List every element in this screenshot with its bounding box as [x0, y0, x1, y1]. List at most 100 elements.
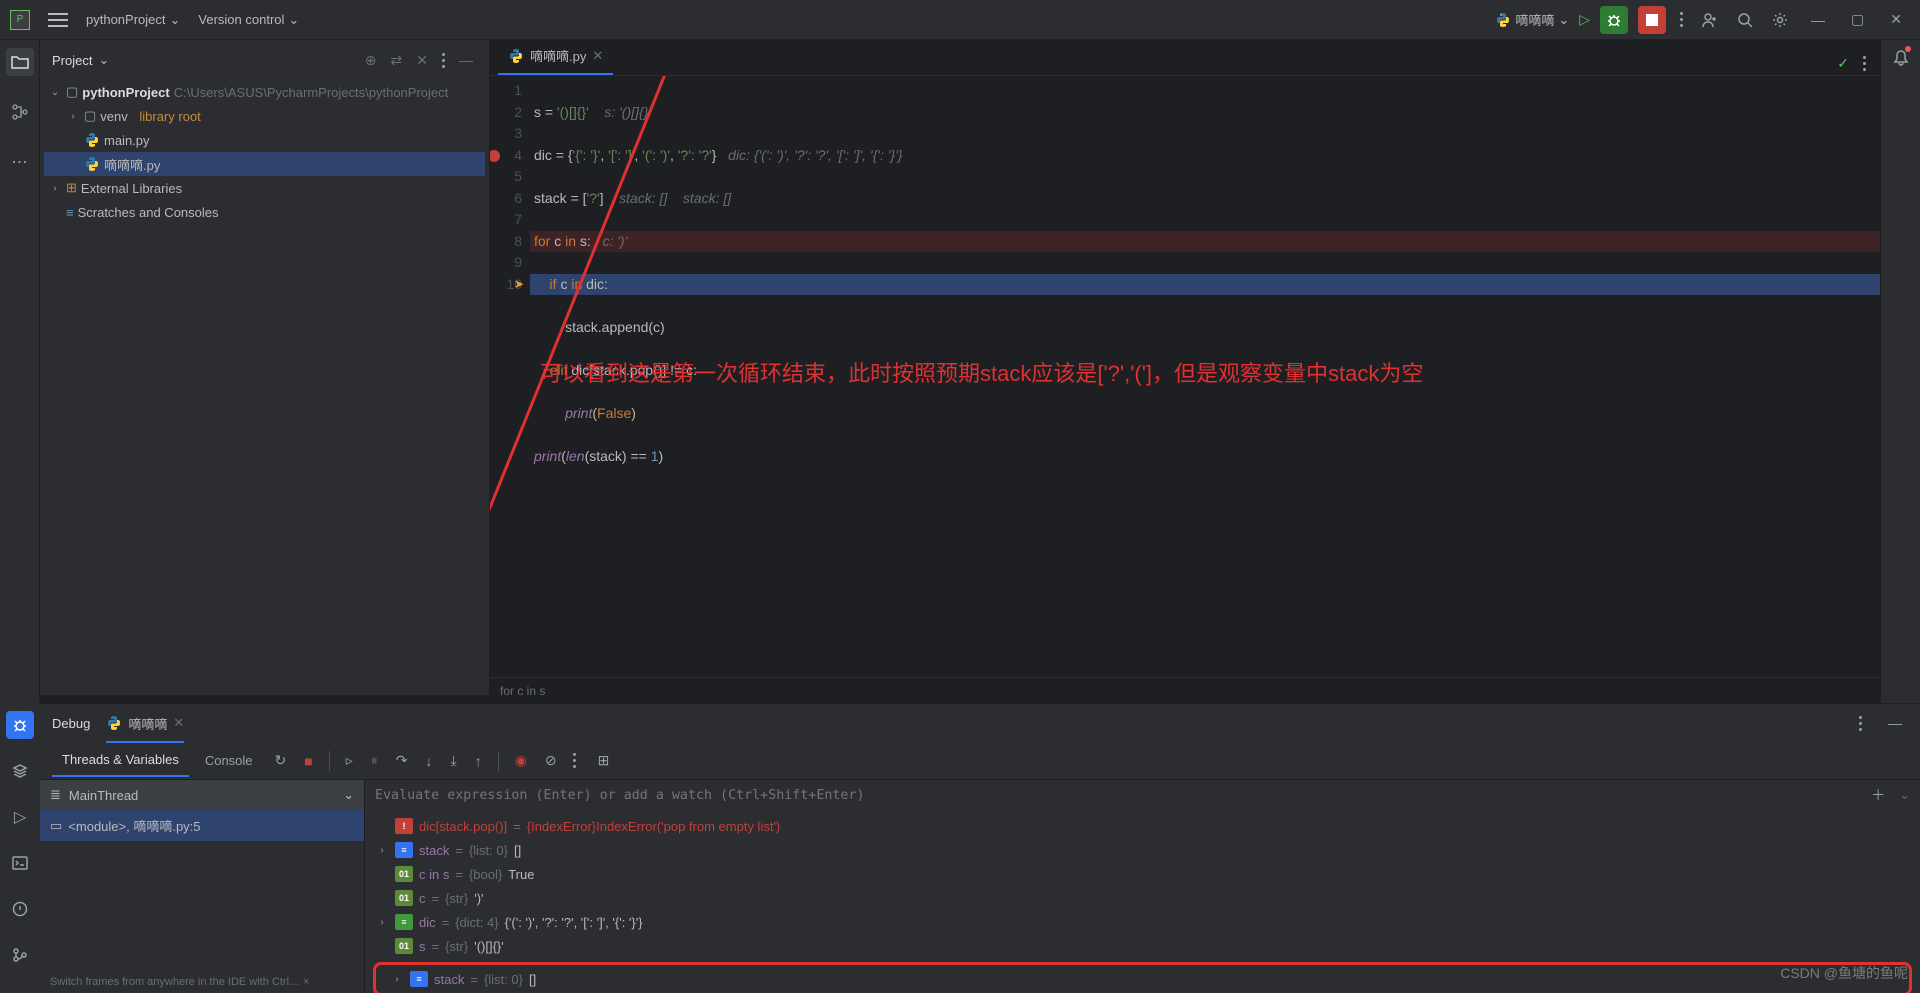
main-menu-button[interactable] [48, 13, 68, 27]
var-row[interactable]: 01c = {str} ')' [365, 886, 1920, 910]
tree-scratches[interactable]: ≡ Scratches and Consoles [44, 200, 485, 224]
var-row[interactable]: 01s = {str} '()[]{}' [365, 934, 1920, 958]
debug-tool-button[interactable] [6, 711, 34, 739]
var-row[interactable]: ›≡stack = {list: 0} [] [365, 838, 1920, 862]
pause-icon[interactable]: ⏸ [365, 748, 384, 773]
mute-breakpoints-icon[interactable]: ⊘ [539, 748, 563, 773]
add-user-icon[interactable] [1697, 7, 1723, 33]
chevron-down-icon[interactable]: ⌄ [98, 52, 109, 68]
variables-panel: ＋ ⌄ !dic[stack.pop()] = {IndexError}Inde… [365, 780, 1920, 993]
add-watch-icon[interactable]: ＋ [1865, 781, 1891, 809]
editor-tab[interactable]: 嘀嘀嘀.py ✕ [498, 40, 613, 75]
tree-file[interactable]: main.py [44, 128, 485, 152]
minimize-button[interactable]: — [1803, 8, 1833, 32]
settings-icon[interactable] [1767, 7, 1793, 33]
more-tools-button[interactable]: ⋯ [6, 148, 34, 176]
panel-options[interactable] [438, 49, 449, 72]
exec-pointer-icon: ➤ [514, 274, 524, 296]
var-row[interactable]: ›≡dic = {dict: 4} {'(': ')', '?': '?', '… [365, 910, 1920, 934]
tree-root[interactable]: ⌄ ▢ pythonProject C:\Users\ASUS\PycharmP… [44, 80, 485, 104]
inspection-ok-icon[interactable]: ✓ [1837, 55, 1849, 72]
project-tree[interactable]: ⌄ ▢ pythonProject C:\Users\ASUS\PycharmP… [40, 80, 489, 695]
close-icon[interactable]: ✕ [412, 48, 432, 73]
console-tab[interactable]: Console [195, 745, 263, 776]
view-breakpoints-icon[interactable]: ◉ [509, 748, 533, 773]
str-icon: 01 [395, 938, 413, 954]
editor-options[interactable] [1859, 52, 1870, 75]
more-debug-actions[interactable] [569, 749, 580, 772]
services-tool-button[interactable] [6, 757, 34, 785]
scratch-icon: ≡ [66, 205, 74, 220]
var-row[interactable]: 01c in s = {bool} True [365, 862, 1920, 886]
code-editor[interactable]: 1 2 3 4 5 6 7 8 9 10 s = '()[]{}' s: '()… [490, 76, 1880, 677]
close-button[interactable]: ✕ [1882, 7, 1910, 32]
expand-all-icon[interactable]: ⇄ [387, 48, 407, 73]
stop-icon[interactable]: ■ [298, 749, 318, 773]
debug-options[interactable] [1855, 712, 1866, 735]
frames-panel: ≣ MainThread ⌄ ▭ <module>, 嘀嘀嘀.py:5 Swit… [40, 780, 365, 993]
left-toolbar: ⋯ [0, 40, 40, 703]
debug-session-tab[interactable]: 嘀嘀嘀 ✕ [106, 714, 184, 743]
step-into-icon[interactable]: ↓ [420, 749, 439, 773]
tree-file-active[interactable]: 嘀嘀嘀.py [44, 152, 485, 176]
evaluate-field[interactable] [375, 788, 1857, 803]
debug-button[interactable] [1600, 6, 1628, 34]
var-row[interactable]: !dic[stack.pop()] = {IndexError}IndexErr… [365, 814, 1920, 838]
tree-ext-libs[interactable]: › ⊞ External Libraries [44, 176, 485, 200]
close-icon[interactable]: ✕ [173, 715, 184, 731]
run-config-selector[interactable]: 嘀嘀嘀 ⌄ [1495, 10, 1569, 29]
step-out-icon[interactable]: ↑ [469, 749, 488, 773]
vcs-menu[interactable]: Version control ⌄ [198, 12, 299, 28]
hide-icon[interactable]: — [455, 48, 477, 72]
step-into-my-icon[interactable]: ⤓ [445, 748, 463, 773]
debug-panel: Debug 嘀嘀嘀 ✕ — Threads & Variables Consol… [40, 703, 1920, 993]
project-name: pythonProject [86, 12, 166, 27]
breadcrumb[interactable]: for c in s [490, 677, 1880, 703]
hide-icon[interactable]: — [1882, 711, 1908, 735]
code-area[interactable]: s = '()[]{}' s: '()[]{}' dic = {'{': '}'… [530, 76, 1880, 677]
locate-icon[interactable]: ⊕ [361, 48, 381, 73]
search-icon[interactable] [1733, 8, 1757, 32]
tree-venv[interactable]: › ▢ venv library root [44, 104, 485, 128]
chevron-down-icon: ⌄ [343, 787, 354, 803]
problems-tool-button[interactable] [6, 895, 34, 923]
frame-icon: ▭ [50, 818, 62, 834]
var-row[interactable]: ›≡stack = {list: 0} [] [380, 967, 1905, 991]
dict-icon: ≡ [395, 914, 413, 930]
threads-tab[interactable]: Threads & Variables [52, 744, 189, 777]
highlighted-box: ›≡stack = {list: 0} [] [373, 962, 1912, 993]
terminal-tool-button[interactable] [6, 849, 34, 877]
gutter: 1 2 3 4 5 6 7 8 9 10 [490, 76, 530, 677]
close-tab-icon[interactable]: ✕ [592, 48, 603, 64]
python-icon [84, 132, 100, 148]
project-selector[interactable]: pythonProject ⌄ [86, 12, 180, 28]
chevron-down-icon[interactable]: ⌄ [1899, 787, 1910, 803]
editor-tabs: 嘀嘀嘀.py ✕ ✓ [490, 40, 1880, 76]
app-logo: P [10, 10, 30, 30]
project-tool-button[interactable] [6, 48, 34, 76]
library-icon: ⊞ [66, 180, 77, 196]
run-tool-button[interactable]: ▷ [6, 803, 34, 831]
project-scrollbar[interactable] [40, 695, 489, 703]
variables-list[interactable]: !dic[stack.pop()] = {IndexError}IndexErr… [365, 810, 1920, 993]
python-icon [1495, 12, 1511, 28]
error-icon: ! [395, 818, 413, 834]
breakpoint-icon[interactable] [490, 150, 500, 162]
step-over-icon[interactable]: ↷ [390, 748, 414, 773]
evaluate-input[interactable]: ＋ ⌄ [365, 780, 1920, 810]
stop-button[interactable] [1638, 6, 1666, 34]
notifications-icon[interactable] [1893, 48, 1909, 66]
layout-icon[interactable]: ⊞ [592, 748, 616, 773]
thread-selector[interactable]: ≣ MainThread ⌄ [40, 780, 364, 810]
more-actions[interactable] [1676, 8, 1687, 31]
resume-icon[interactable]: ▹ [340, 748, 359, 773]
watermark: CSDN @鱼塘的鱼呢 [1780, 963, 1908, 983]
list-icon: ≡ [395, 842, 413, 858]
project-title: Project [52, 53, 92, 68]
maximize-button[interactable]: ▢ [1843, 7, 1872, 32]
stack-frame[interactable]: ▭ <module>, 嘀嘀嘀.py:5 [40, 810, 364, 841]
run-button[interactable]: ▷ [1579, 11, 1590, 28]
rerun-icon[interactable]: ↻ [269, 748, 293, 773]
structure-tool-button[interactable] [6, 98, 34, 126]
vcs-tool-button[interactable] [6, 941, 34, 969]
